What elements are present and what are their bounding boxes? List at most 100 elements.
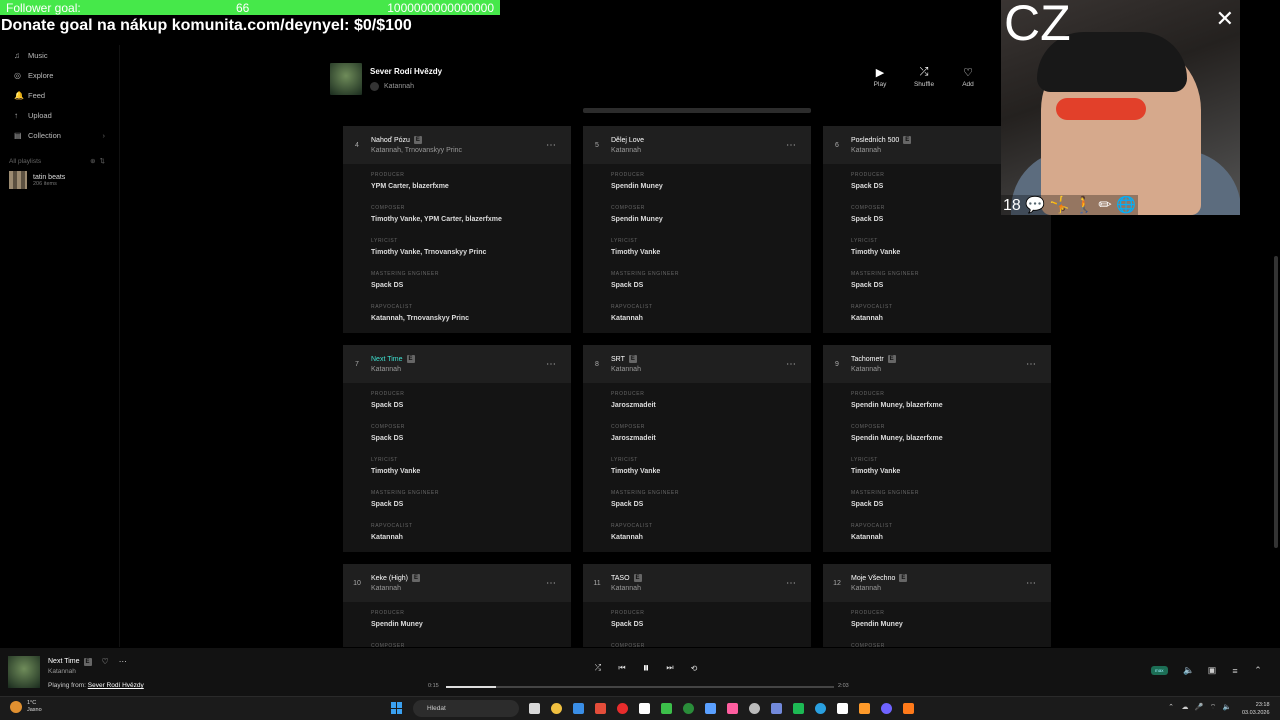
track-card[interactable]: 9 Tachometr E Katannah ⋯ Producer Spendi… [823,345,1051,552]
more-options-icon[interactable]: ⋯ [531,140,571,151]
track-card[interactable]: 10 Keke (High) E Katannah ⋯ Producer Spe… [343,564,571,647]
track-artist[interactable]: Katannah [611,366,771,373]
cloud-icon[interactable]: ☁ [1178,703,1192,712]
pause-button[interactable]: ⏸ [634,660,658,676]
credit-names[interactable]: Spendin Muney [611,216,811,223]
album-artist[interactable]: Katannah [370,82,442,91]
taskbar-app-icon[interactable] [897,700,919,717]
taskbar-app-icon[interactable] [765,700,787,717]
track-title[interactable]: Dělej Love [611,137,644,144]
credit-names[interactable]: Spendin Muney [611,183,811,190]
track-title[interactable]: Keke (High) [371,575,408,582]
playlist-tools-icon[interactable]: ⊕⇅ [90,157,109,165]
track-title[interactable]: Tachometr [851,356,884,363]
credit-names[interactable]: Spendin Muney [371,621,571,628]
taskbar-app-icon[interactable] [875,700,897,717]
sidebar-item-feed[interactable]: 🔔 Feed [0,85,119,105]
track-artist[interactable]: Katannah [851,585,1011,592]
add-button[interactable]: ♡ Add [946,66,990,88]
next-icon[interactable]: ⏭ [658,663,682,673]
credit-names[interactable]: Timothy Vanke [611,249,811,256]
more-icon[interactable]: ⋯ [119,657,127,666]
progress-bar[interactable] [446,686,834,688]
taskbar-app-icon[interactable] [567,700,589,717]
track-card[interactable]: 11 TASO E Katannah ⋯ Producer Spack DS C… [583,564,811,647]
device-icon[interactable]: ▣ [1201,665,1224,676]
credit-names[interactable]: Spack DS [371,501,571,508]
credit-names[interactable]: Timothy Vanke [611,468,811,475]
credit-names[interactable]: Katannah, Trnovanskyy Princ [371,315,571,322]
taskbar-app-icon[interactable] [611,700,633,717]
volume-icon[interactable]: 🔈 [1178,665,1201,676]
credit-names[interactable]: Katannah [611,315,811,322]
more-options-icon[interactable]: ⋯ [1011,578,1051,589]
speaker-icon[interactable]: 🔈 [1220,703,1234,712]
track-card[interactable]: 8 SRT E Katannah ⋯ Producer Jaroszmadeit… [583,345,811,552]
credit-names[interactable]: YPM Carter, blazerfxme [371,183,571,190]
mic-icon[interactable]: 🎤 [1192,703,1206,712]
now-playing-title[interactable]: Next Time [48,658,80,665]
track-title[interactable]: SRT [611,356,625,363]
credit-names[interactable]: Spack DS [611,501,811,508]
shuffle-button[interactable]: ⤮ Shuffle [902,66,946,88]
track-card[interactable]: 5 Dělej Love Katannah ⋯ Producer Spendin… [583,126,811,333]
track-artist[interactable]: Katannah [371,585,531,592]
shuffle-icon[interactable]: ⤮ [586,663,610,673]
more-options-icon[interactable]: ⋯ [771,140,811,151]
play-button[interactable]: ▶ Play [858,66,902,88]
credit-names[interactable]: Spendin Muney [851,621,1051,628]
windows-start-icon[interactable] [391,702,403,714]
taskbar-app-icon[interactable] [677,700,699,717]
credit-names[interactable]: Timothy Vanke [851,249,1051,256]
credit-names[interactable]: Timothy Vanke, Trnovanskyy Princ [371,249,571,256]
taskbar-app-icon[interactable] [787,700,809,717]
more-options-icon[interactable]: ⋯ [531,359,571,370]
taskbar-app-icon[interactable] [655,700,677,717]
track-title[interactable]: Posledních 500 [851,137,899,144]
sidebar-item-collection[interactable]: ▤ Collection › [0,125,119,145]
weather-widget[interactable]: 1°C Jasno [10,700,42,714]
taskbar-app-icon[interactable] [743,700,765,717]
chevron-right-icon[interactable]: › [103,131,106,140]
track-artist[interactable]: Katannah [611,147,771,154]
wifi-icon[interactable]: ⌔ [1206,703,1220,712]
credit-names[interactable]: Spack DS [851,216,1051,223]
track-card[interactable]: 12 Moje Všechno E Katannah ⋯ Producer Sp… [823,564,1051,647]
more-options-icon[interactable]: ⋯ [1011,359,1051,370]
track-card-header[interactable]: 7 Next Time E Katannah ⋯ [343,345,571,383]
track-title[interactable]: TASO [611,575,630,582]
main-scrollbar[interactable] [1274,256,1278,548]
credit-names[interactable]: Katannah [851,315,1051,322]
more-options-icon[interactable]: ⋯ [771,359,811,370]
taskbar-app-icon[interactable] [545,700,567,717]
track-card-header[interactable]: 8 SRT E Katannah ⋯ [583,345,811,383]
track-card-header[interactable]: 4 Nahoď Pózu E Katannah, Trnovanskyy Pri… [343,126,571,164]
quality-badge[interactable]: max [1151,666,1168,675]
taskbar-app-icon[interactable] [809,700,831,717]
credit-names[interactable]: Spack DS [371,282,571,289]
track-card-header[interactable]: 11 TASO E Katannah ⋯ [583,564,811,602]
track-artist[interactable]: Katannah [371,366,531,373]
album-cover[interactable] [330,63,362,95]
credit-names[interactable]: Katannah [371,534,571,541]
now-playing-cover[interactable] [8,656,40,688]
track-card[interactable]: 4 Nahoď Pózu E Katannah, Trnovanskyy Pri… [343,126,571,333]
credit-names[interactable]: Jaroszmadeit [611,435,811,442]
credit-names[interactable]: Timothy Vanke [371,468,571,475]
taskbar-search[interactable]: Hledat [413,700,519,717]
heart-icon[interactable]: ♡ [102,657,109,666]
more-options-icon[interactable]: ⋯ [771,578,811,589]
tray-chevron-icon[interactable]: ⌃ [1164,703,1178,712]
credit-names[interactable]: Spack DS [611,282,811,289]
track-card[interactable]: 7 Next Time E Katannah ⋯ Producer Spack … [343,345,571,552]
taskbar-app-icon[interactable] [699,700,721,717]
expand-icon[interactable]: ⌃ [1247,665,1270,676]
track-title[interactable]: Moje Všechno [851,575,895,582]
taskbar-app-icon[interactable] [523,700,545,717]
credit-names[interactable]: Spack DS [851,282,1051,289]
sidebar-item-upload[interactable]: ↑ Upload [0,105,119,125]
album-artist-name[interactable]: Katannah [384,83,414,90]
track-title[interactable]: Next Time [371,356,403,363]
credit-names[interactable]: Spendin Muney, blazerfxme [851,402,1051,409]
track-card-header[interactable]: 12 Moje Všechno E Katannah ⋯ [823,564,1051,602]
